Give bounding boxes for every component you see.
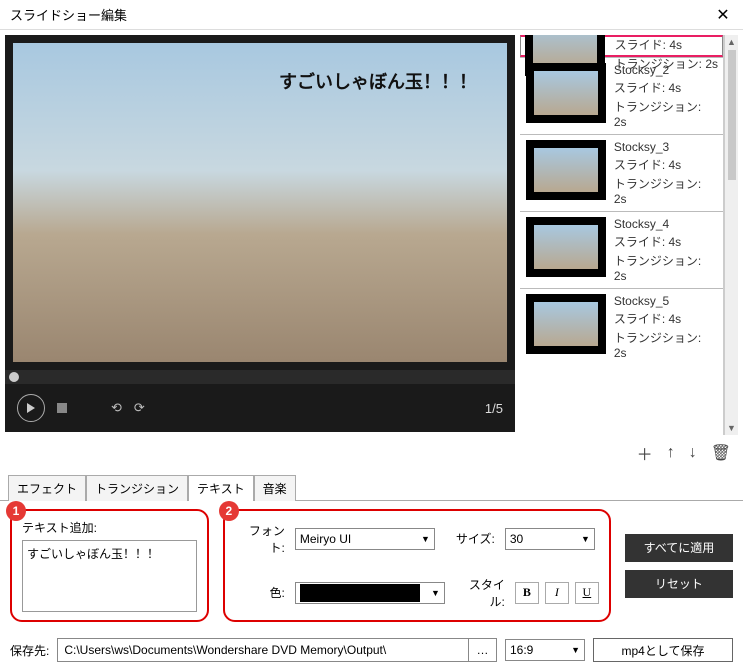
slide-transition: トランジション: 2s — [614, 98, 717, 129]
stop-button[interactable] — [57, 403, 67, 413]
bold-button[interactable]: B — [515, 582, 539, 604]
slide-counter: 1/5 — [485, 401, 503, 416]
font-select[interactable]: Meiryo UI ▼ — [295, 528, 435, 550]
slide-item[interactable]: Stocksy_5 スライド: 4s トランジション: 2s — [520, 288, 723, 365]
slide-transition: トランジション: 2s — [614, 175, 717, 206]
callout-1: 1 — [6, 501, 26, 521]
slide-name: Stocksy_4 — [614, 217, 717, 231]
timeline-playhead[interactable] — [9, 372, 19, 382]
slide-item[interactable]: Stocksy_3 スライド: 4s トランジション: 2s — [520, 134, 723, 211]
tab-text[interactable]: テキスト — [188, 475, 254, 501]
move-down-icon[interactable]: ↓ — [689, 444, 697, 462]
scroll-down-icon[interactable]: ▼ — [725, 421, 738, 435]
color-swatch — [300, 584, 420, 602]
slide-item[interactable]: Stocksy_2 スライド: 4s トランジション: 2s — [520, 57, 723, 134]
tab-row: エフェクト トランジション テキスト 音楽 — [0, 474, 743, 500]
tab-effect[interactable]: エフェクト — [8, 475, 86, 501]
size-label: サイズ: — [445, 530, 495, 547]
preview-canvas: すごいしゃぼん玉！！！ — [5, 35, 515, 370]
slide-name: Stocksy_3 — [614, 140, 717, 154]
player-controls: ⟲ ⟳ 1/5 — [5, 384, 515, 432]
slide-item[interactable]: Stocksy_1スライド: 4sトランジション: 2s — [520, 35, 723, 57]
slide-thumbnail — [526, 63, 606, 123]
slide-duration: スライド: 4s — [614, 156, 717, 173]
slide-thumbnail — [526, 294, 606, 354]
chevron-down-icon: ▼ — [571, 645, 580, 655]
text-add-input[interactable] — [22, 540, 197, 612]
aspect-select[interactable]: 16:9 ▼ — [505, 639, 585, 661]
timeline[interactable] — [5, 370, 515, 384]
slide-transition: トランジション: 2s — [614, 329, 717, 360]
reset-button[interactable]: リセット — [625, 570, 733, 598]
window-title: スライドショー編集 — [10, 5, 713, 24]
rotate-right-icon[interactable]: ⟳ — [134, 400, 145, 416]
size-select[interactable]: 30 ▼ — [505, 528, 595, 550]
text-add-group: 1 テキスト追加: — [10, 509, 209, 622]
apply-all-button[interactable]: すべてに適用 — [625, 534, 733, 562]
slide-actions: ＋ ↑ ↓ 🗑 — [0, 435, 743, 470]
play-icon — [26, 403, 36, 413]
slide-duration: スライド: 4s — [614, 79, 717, 96]
scrollbar-thumb[interactable] — [728, 50, 736, 180]
aspect-value: 16:9 — [510, 643, 533, 657]
slide-thumbnail — [526, 217, 606, 277]
scrollbar[interactable]: ▲ ▼ — [724, 35, 738, 435]
add-slide-icon[interactable]: ＋ — [637, 441, 653, 465]
save-to-label: 保存先: — [10, 642, 49, 659]
callout-2: 2 — [219, 501, 239, 521]
slide-transition: トランジション: 2s — [614, 252, 717, 283]
titlebar: スライドショー編集 ✕ — [0, 0, 743, 30]
footer: 保存先: … 16:9 ▼ mp4として保存 — [0, 630, 743, 670]
preview-overlay-text[interactable]: すごいしゃぼん玉！！！ — [279, 68, 477, 94]
font-value: Meiryo UI — [300, 532, 351, 546]
chevron-down-icon: ▼ — [421, 534, 430, 544]
slides-list: Stocksy_1スライド: 4sトランジション: 2s Stocksy_2 スライ… — [520, 35, 724, 435]
browse-button[interactable]: … — [468, 639, 496, 661]
font-label: フォント: — [235, 522, 285, 556]
text-add-label: テキスト追加: — [22, 519, 197, 536]
play-button[interactable] — [17, 394, 45, 422]
tab-music[interactable]: 音楽 — [254, 475, 296, 501]
save-mp4-button[interactable]: mp4として保存 — [593, 638, 733, 662]
tab-transition[interactable]: トランジション — [86, 475, 188, 501]
slide-thumbnail — [526, 140, 606, 200]
preview-image: すごいしゃぼん玉！！！ — [13, 43, 507, 362]
underline-button[interactable]: U — [575, 582, 599, 604]
size-value: 30 — [510, 532, 523, 546]
color-select[interactable]: ▼ — [295, 582, 445, 604]
slide-name: Stocksy_5 — [614, 294, 717, 308]
color-label: 色: — [235, 584, 285, 601]
italic-button[interactable]: I — [545, 582, 569, 604]
chevron-down-icon: ▼ — [431, 588, 440, 598]
move-up-icon[interactable]: ↑ — [667, 444, 675, 462]
text-style-group: 2 フォント: Meiryo UI ▼ サイズ: 30 ▼ 色: ▼ スタイル:… — [223, 509, 611, 622]
slide-duration: スライド: 4s — [614, 233, 717, 250]
chevron-down-icon: ▼ — [581, 534, 590, 544]
rotate-left-icon[interactable]: ⟲ — [111, 400, 122, 416]
scroll-up-icon[interactable]: ▲ — [725, 35, 738, 49]
close-icon[interactable]: ✕ — [713, 5, 733, 25]
text-panel: 1 テキスト追加: 2 フォント: Meiryo UI ▼ サイズ: 30 ▼ … — [0, 500, 743, 630]
slide-duration: スライド: 4s — [615, 36, 718, 53]
delete-slide-icon[interactable]: 🗑 — [711, 443, 731, 463]
output-path-input[interactable] — [58, 639, 468, 661]
slide-duration: スライド: 4s — [614, 310, 717, 327]
style-label: スタイル: — [455, 576, 505, 610]
slide-name: Stocksy_2 — [614, 63, 717, 77]
slide-item[interactable]: Stocksy_4 スライド: 4s トランジション: 2s — [520, 211, 723, 288]
